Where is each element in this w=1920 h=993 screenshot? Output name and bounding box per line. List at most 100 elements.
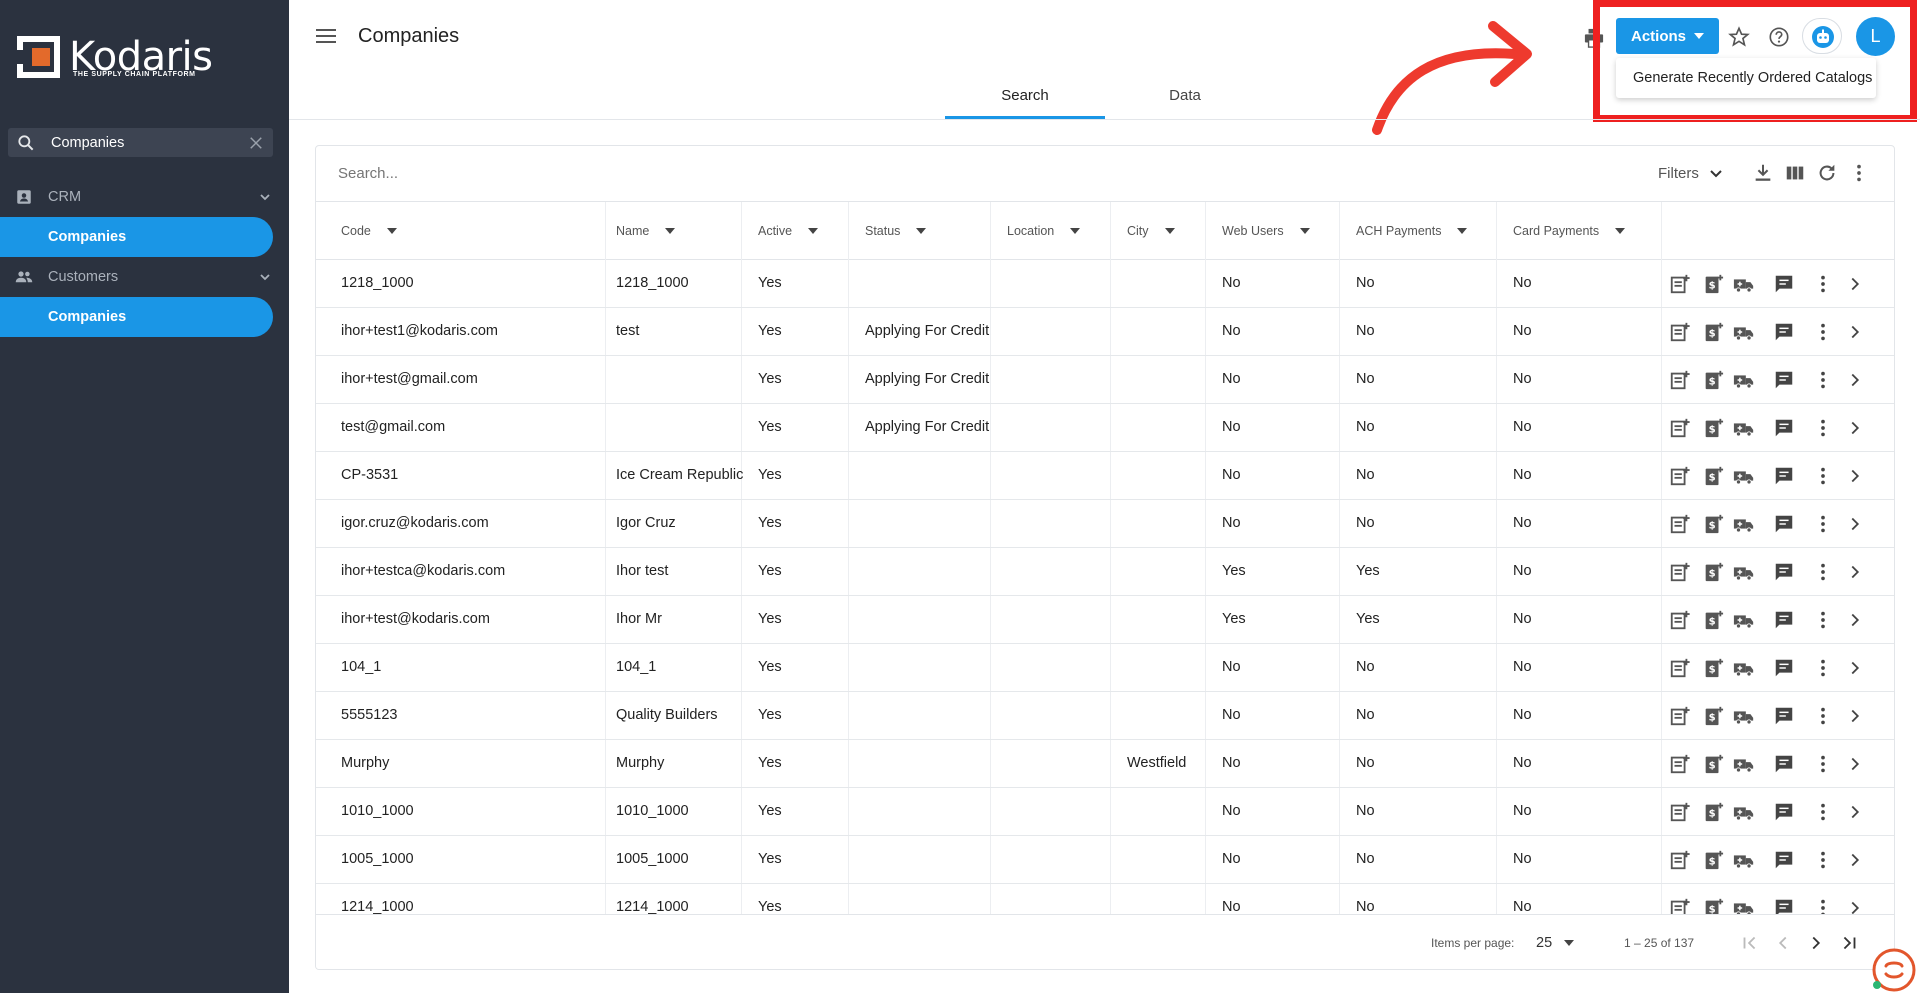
- filters-toggle[interactable]: Filters: [1658, 165, 1723, 182]
- more-vert-icon[interactable]: [1812, 369, 1834, 391]
- price-icon[interactable]: $: [1702, 609, 1724, 631]
- chevron-right-icon[interactable]: [1844, 513, 1866, 535]
- column-header-ach-payments[interactable]: ACH Payments: [1356, 224, 1468, 238]
- shipping-truck-icon[interactable]: [1733, 849, 1755, 871]
- chevron-right-icon[interactable]: [1844, 561, 1866, 583]
- table-row[interactable]: ihor+test@gmail.com Yes Applying For Credi…: [316, 356, 1894, 404]
- chevron-right-icon[interactable]: [1844, 849, 1866, 871]
- price-icon[interactable]: $: [1702, 753, 1724, 775]
- shipping-truck-icon[interactable]: [1733, 417, 1755, 439]
- shipping-truck-icon[interactable]: [1733, 321, 1755, 343]
- more-vert-icon[interactable]: [1812, 513, 1834, 535]
- more-vert-icon[interactable]: [1812, 465, 1834, 487]
- add-note-icon[interactable]: [1669, 705, 1691, 727]
- comment-icon[interactable]: [1773, 705, 1795, 727]
- chevron-right-icon[interactable]: [1844, 369, 1866, 391]
- table-row[interactable]: ihor+testca@kodaris.com Ihor test Yes Yes Ye…: [316, 548, 1894, 596]
- add-note-icon[interactable]: [1669, 369, 1691, 391]
- sidebar-group-crm[interactable]: CRM: [0, 180, 289, 214]
- comment-icon[interactable]: [1773, 561, 1795, 583]
- price-icon[interactable]: $: [1702, 321, 1724, 343]
- column-header-active[interactable]: Active: [758, 224, 819, 238]
- comment-icon[interactable]: [1773, 417, 1795, 439]
- comment-icon[interactable]: [1773, 657, 1795, 679]
- more-vert-icon[interactable]: [1812, 657, 1834, 679]
- price-icon[interactable]: $: [1702, 513, 1724, 535]
- shipping-truck-icon[interactable]: [1733, 753, 1755, 775]
- kodaris-logo[interactable]: Kodaris THE SUPPLY CHAIN PLATFORM: [17, 36, 213, 82]
- sidebar-item-crm-companies[interactable]: Companies: [0, 217, 273, 257]
- previous-page-icon[interactable]: [1772, 932, 1794, 954]
- more-vert-icon[interactable]: [1812, 609, 1834, 631]
- column-header-card-payments[interactable]: Card Payments: [1513, 224, 1626, 238]
- tab-search[interactable]: Search: [945, 78, 1105, 120]
- more-vert-icon[interactable]: [1848, 162, 1870, 184]
- chevron-right-icon[interactable]: [1844, 321, 1866, 343]
- download-icon[interactable]: [1752, 162, 1774, 184]
- comment-icon[interactable]: [1773, 465, 1795, 487]
- more-vert-icon[interactable]: [1812, 753, 1834, 775]
- add-note-icon[interactable]: [1669, 321, 1691, 343]
- support-chat-icon[interactable]: [1868, 944, 1916, 992]
- sidebar-item-customers-companies[interactable]: Companies: [0, 297, 273, 337]
- add-note-icon[interactable]: [1669, 609, 1691, 631]
- hamburger-menu-icon[interactable]: [316, 28, 336, 44]
- comment-icon[interactable]: [1773, 273, 1795, 295]
- chevron-right-icon[interactable]: [1844, 417, 1866, 439]
- add-note-icon[interactable]: [1669, 465, 1691, 487]
- clear-search-icon[interactable]: [247, 134, 265, 152]
- add-note-icon[interactable]: [1669, 801, 1691, 823]
- more-vert-icon[interactable]: [1812, 849, 1834, 871]
- more-vert-icon[interactable]: [1812, 321, 1834, 343]
- table-row[interactable]: ihor+test1@kodaris.com test Yes Applying Fo…: [316, 308, 1894, 356]
- chevron-right-icon[interactable]: [1844, 609, 1866, 631]
- add-note-icon[interactable]: [1669, 849, 1691, 871]
- table-row[interactable]: test@gmail.com Yes Applying For Credit No No…: [316, 404, 1894, 452]
- table-row[interactable]: Murphy Murphy Yes Westfield No No No $: [316, 740, 1894, 788]
- price-icon[interactable]: $: [1702, 705, 1724, 727]
- sidebar-search-input[interactable]: Companies: [51, 135, 247, 151]
- table-search-input[interactable]: [338, 165, 938, 182]
- chevron-right-icon[interactable]: [1844, 465, 1866, 487]
- tab-data[interactable]: Data: [1105, 78, 1265, 120]
- table-row[interactable]: 5555123 Quality Builders Yes No No No $: [316, 692, 1894, 740]
- price-icon[interactable]: $: [1702, 849, 1724, 871]
- refresh-icon[interactable]: [1816, 162, 1838, 184]
- add-note-icon[interactable]: [1669, 273, 1691, 295]
- sidebar-search[interactable]: Companies: [8, 128, 273, 157]
- next-page-icon[interactable]: [1805, 932, 1827, 954]
- shipping-truck-icon[interactable]: [1733, 657, 1755, 679]
- shipping-truck-icon[interactable]: [1733, 705, 1755, 727]
- add-note-icon[interactable]: [1669, 657, 1691, 679]
- more-vert-icon[interactable]: [1812, 705, 1834, 727]
- comment-icon[interactable]: [1773, 369, 1795, 391]
- last-page-icon[interactable]: [1838, 932, 1860, 954]
- table-row[interactable]: CP-3531 Ice Cream Republic Yes No No No $: [316, 452, 1894, 500]
- add-note-icon[interactable]: [1669, 561, 1691, 583]
- price-icon[interactable]: $: [1702, 465, 1724, 487]
- price-icon[interactable]: $: [1702, 369, 1724, 391]
- chevron-right-icon[interactable]: [1844, 753, 1866, 775]
- comment-icon[interactable]: [1773, 609, 1795, 631]
- price-icon[interactable]: $: [1702, 273, 1724, 295]
- page-size-select[interactable]: 25: [1536, 935, 1575, 951]
- shipping-truck-icon[interactable]: [1733, 609, 1755, 631]
- comment-icon[interactable]: [1773, 513, 1795, 535]
- shipping-truck-icon[interactable]: [1733, 801, 1755, 823]
- add-note-icon[interactable]: [1669, 417, 1691, 439]
- chevron-right-icon[interactable]: [1844, 801, 1866, 823]
- chevron-right-icon[interactable]: [1844, 705, 1866, 727]
- column-header-status[interactable]: Status: [865, 224, 927, 238]
- price-icon[interactable]: $: [1702, 417, 1724, 439]
- first-page-icon[interactable]: [1739, 932, 1761, 954]
- column-header-code[interactable]: Code: [341, 224, 397, 238]
- price-icon[interactable]: $: [1702, 657, 1724, 679]
- more-vert-icon[interactable]: [1812, 801, 1834, 823]
- column-header-city[interactable]: City: [1127, 224, 1175, 238]
- comment-icon[interactable]: [1773, 321, 1795, 343]
- column-header-location[interactable]: Location: [1007, 224, 1081, 238]
- columns-icon[interactable]: [1784, 162, 1806, 184]
- table-row[interactable]: 1218_1000 1218_1000 Yes No No No $: [316, 260, 1894, 308]
- shipping-truck-icon[interactable]: [1733, 513, 1755, 535]
- table-row[interactable]: 104_1 104_1 Yes No No No $: [316, 644, 1894, 692]
